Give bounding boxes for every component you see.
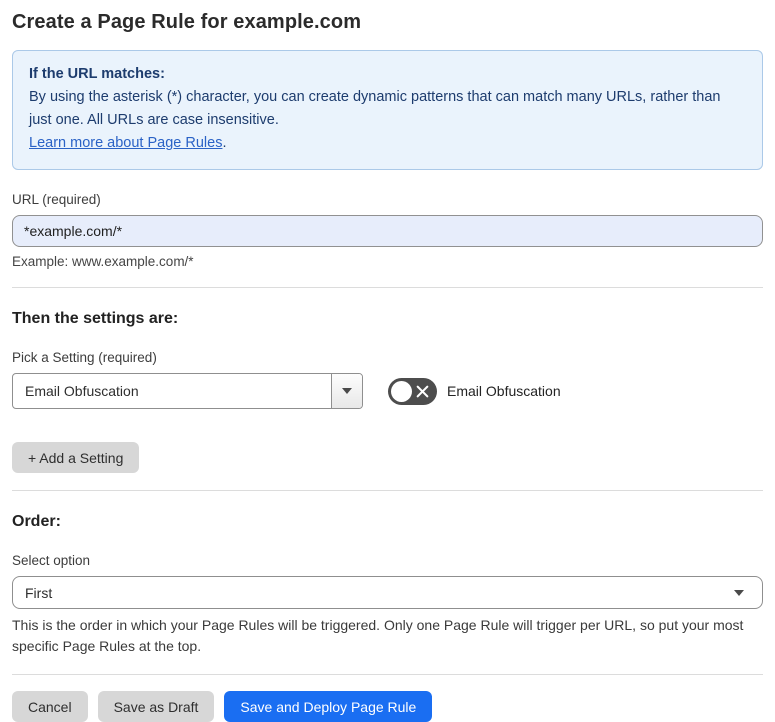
page-title: Create a Page Rule for example.com [12,11,362,33]
cancel-button[interactable]: Cancel [12,691,88,722]
setting-select[interactable]: Email Obfuscation [12,373,363,409]
order-select[interactable]: First [12,576,763,609]
order-select-label: Select option [12,553,91,568]
order-help-text: This is the order in which your Page Rul… [12,617,744,654]
toggle-label: Email Obfuscation [447,383,561,399]
url-example-text: Example: www.example.com/* [12,254,194,269]
chevron-down-icon [734,589,744,596]
email-obfuscation-toggle[interactable] [388,377,437,405]
pick-setting-label: Pick a Setting (required) [12,350,157,365]
toggle-x-icon [416,385,429,397]
info-box-link-line: Learn more about Page Rules. [29,132,746,155]
divider [12,490,763,491]
divider [12,287,763,288]
toggle-wrap: Email Obfuscation [388,377,561,405]
info-box-heading: If the URL matches: [29,66,165,82]
footer-actions: Cancel Save as Draft Save and Deploy Pag… [12,691,763,722]
create-page-rule-form: Create a Page Rule for example.com If th… [0,0,775,722]
learn-more-link[interactable]: Learn more about Page Rules [29,135,222,151]
toggle-knob [391,380,412,402]
info-box-body: By using the asterisk (*) character, you… [29,89,721,128]
link-suffix: . [222,135,227,151]
order-select-value: First [25,584,53,601]
url-label: URL (required) [12,192,101,207]
settings-section-heading: Then the settings are: [12,310,179,327]
add-setting-button[interactable]: + Add a Setting [12,442,140,473]
order-section-heading: Order: [12,513,61,530]
setting-row: Email Obfuscation Email Obfuscation [12,373,763,409]
dropdown-arrow-button[interactable] [331,374,362,408]
url-input[interactable] [12,215,763,247]
setting-select-value: Email Obfuscation [25,383,139,399]
divider [12,674,763,675]
save-draft-button[interactable]: Save as Draft [97,691,215,722]
save-deploy-button[interactable]: Save and Deploy Page Rule [224,691,433,722]
url-match-info-box: If the URL matches: By using the asteris… [12,50,763,170]
chevron-down-icon [342,388,352,394]
